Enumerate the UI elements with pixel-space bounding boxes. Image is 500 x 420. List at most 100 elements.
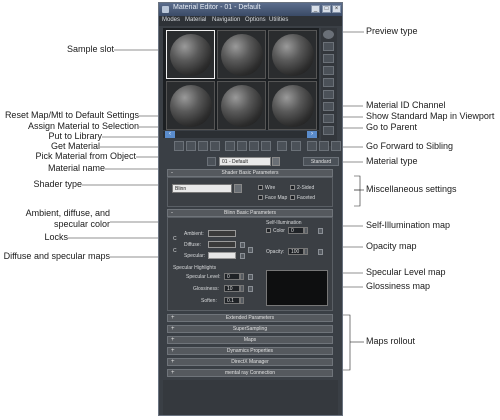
- annotation-misc-settings: Miscellaneous settings: [366, 184, 457, 194]
- shader-basic-panel: Blinn Wire 2-Sided Face Map Faceted: [167, 177, 333, 207]
- rollout-mental-ray[interactable]: + mental ray Connection: [167, 369, 333, 377]
- annotation-locks: Locks: [44, 232, 68, 242]
- sample-slot[interactable]: [217, 30, 266, 79]
- lock-map-button[interactable]: [248, 247, 253, 253]
- specular-level-map-button[interactable]: [248, 274, 253, 280]
- ambient-color-swatch[interactable]: [208, 230, 236, 237]
- face-map-label: Face Map: [265, 195, 288, 201]
- go-forward-sibling-icon[interactable]: [331, 141, 341, 151]
- menu-options[interactable]: Options: [245, 17, 266, 23]
- self-illum-map-button[interactable]: [318, 228, 323, 234]
- material-name-dropdown-icon[interactable]: [272, 157, 280, 166]
- specular-level-spinner[interactable]: [240, 273, 244, 280]
- opacity-value[interactable]: 100: [288, 248, 304, 255]
- diffuse-label: Diffuse:: [184, 242, 201, 248]
- sample-slot[interactable]: [268, 81, 317, 130]
- self-illum-value[interactable]: 0: [288, 227, 304, 234]
- rollout-extended[interactable]: + Extended Parameters: [167, 314, 333, 322]
- annotation-ambient-diffuse-specular: Ambient, diffuse, and specular color: [25, 208, 110, 229]
- menu-utilities[interactable]: Utilities: [269, 17, 288, 23]
- title-bar: Material Editor - 01 - Default _ □ ×: [159, 3, 342, 16]
- minimize-icon[interactable]: _: [311, 5, 320, 13]
- annotation-preview-type: Preview type: [366, 26, 418, 36]
- sample-slot[interactable]: [268, 30, 317, 79]
- annotation-show-std-map: Show Standard Map in Viewport: [366, 111, 495, 121]
- menu-navigation[interactable]: Navigation: [212, 17, 240, 23]
- opacity-map-button[interactable]: [318, 249, 323, 255]
- show-end-result-icon[interactable]: [307, 141, 317, 151]
- go-to-parent-icon[interactable]: [319, 141, 329, 151]
- rollout-maps[interactable]: + Maps: [167, 336, 333, 344]
- rollout-supersampling[interactable]: + SuperSampling: [167, 325, 333, 333]
- glossiness-spinner[interactable]: [240, 285, 244, 292]
- diffuse-map-button[interactable]: [240, 242, 245, 248]
- make-copy-icon[interactable]: [225, 141, 235, 151]
- slots-scrollbar[interactable]: ‹ ›: [163, 131, 319, 138]
- close-icon[interactable]: ×: [332, 5, 341, 13]
- glossiness-map-button[interactable]: [248, 286, 253, 292]
- glossiness-value[interactable]: 10: [224, 285, 240, 292]
- shader-dropdown-arrow-icon[interactable]: [234, 184, 242, 193]
- specular-level-value[interactable]: 0: [224, 273, 240, 280]
- material-id-icon[interactable]: [277, 141, 287, 151]
- glossiness-label: Glossiness:: [193, 286, 219, 292]
- reset-map-icon[interactable]: [210, 141, 220, 151]
- uv-tiling-icon[interactable]: [323, 66, 334, 75]
- backlight-icon[interactable]: [323, 42, 334, 51]
- video-color-check-icon[interactable]: [323, 78, 334, 87]
- soften-value[interactable]: 0.1: [224, 297, 240, 304]
- opacity-spinner[interactable]: [304, 248, 308, 255]
- lock-diffuse-specular-icon[interactable]: C: [173, 248, 177, 254]
- put-to-scene-icon[interactable]: [186, 141, 196, 151]
- self-illum-color-checkbox[interactable]: [266, 228, 271, 233]
- assign-material-icon[interactable]: [198, 141, 208, 151]
- annotation-material-name: Material name: [47, 163, 105, 173]
- side-toolbar: [321, 28, 337, 146]
- soften-spinner[interactable]: [240, 297, 244, 304]
- eyedropper-icon[interactable]: [207, 157, 216, 166]
- material-name-field[interactable]: 01 - Default: [219, 157, 271, 166]
- make-unique-icon[interactable]: [237, 141, 247, 151]
- shader-type-dropdown[interactable]: Blinn: [172, 184, 232, 193]
- effects-channel-icon[interactable]: [261, 141, 271, 151]
- make-preview-icon[interactable]: [323, 90, 334, 99]
- rollout-shader-basic[interactable]: - Shader Basic Parameters: [167, 169, 333, 177]
- select-by-material-icon[interactable]: [323, 114, 334, 123]
- scroll-left-icon[interactable]: ‹: [165, 131, 175, 138]
- material-type-button[interactable]: Standard: [303, 157, 339, 166]
- preview-type-icon[interactable]: [323, 30, 334, 39]
- empty-panel-area: [163, 380, 338, 415]
- faceted-checkbox[interactable]: [290, 195, 295, 200]
- material-name-row: 01 - Default Standard: [163, 156, 341, 167]
- show-map-viewport-icon[interactable]: [291, 141, 301, 151]
- options-icon[interactable]: [323, 102, 334, 111]
- rollout-blinn-basic[interactable]: - Blinn Basic Parameters: [167, 209, 333, 217]
- menu-modes[interactable]: Modes: [162, 17, 180, 23]
- menu-bar: Modes Material Navigation Options Utilit…: [159, 16, 342, 26]
- sample-slot[interactable]: [166, 81, 215, 130]
- ambient-label: Ambient:: [184, 231, 204, 237]
- annotation-glossiness-map: Glossiness map: [366, 281, 431, 291]
- sample-slot[interactable]: [217, 81, 266, 130]
- get-material-icon[interactable]: [174, 141, 184, 151]
- maximize-icon[interactable]: □: [322, 5, 331, 13]
- diffuse-color-swatch[interactable]: [208, 241, 236, 248]
- rollout-directx[interactable]: + DirectX Manager: [167, 358, 333, 366]
- menu-material[interactable]: Material: [185, 17, 206, 23]
- wire-checkbox[interactable]: [258, 185, 263, 190]
- put-to-library-icon[interactable]: [249, 141, 259, 151]
- specular-map-button[interactable]: [240, 253, 245, 259]
- lock-ambient-diffuse-icon[interactable]: C: [173, 236, 177, 242]
- face-map-checkbox[interactable]: [258, 195, 263, 200]
- annotation-pick-material: Pick Material from Object: [35, 151, 136, 161]
- specular-color-swatch[interactable]: [208, 252, 236, 259]
- material-navigator-icon[interactable]: [323, 126, 334, 135]
- background-icon[interactable]: [323, 54, 334, 63]
- scroll-right-icon[interactable]: ›: [307, 131, 317, 138]
- sample-slots-grid: [163, 28, 319, 130]
- self-illum-spinner[interactable]: [304, 227, 308, 234]
- two-sided-checkbox[interactable]: [290, 185, 295, 190]
- opacity-label: Opacity:: [266, 249, 285, 255]
- rollout-dynamics[interactable]: + Dynamics Properties: [167, 347, 333, 355]
- sample-slot[interactable]: [166, 30, 215, 79]
